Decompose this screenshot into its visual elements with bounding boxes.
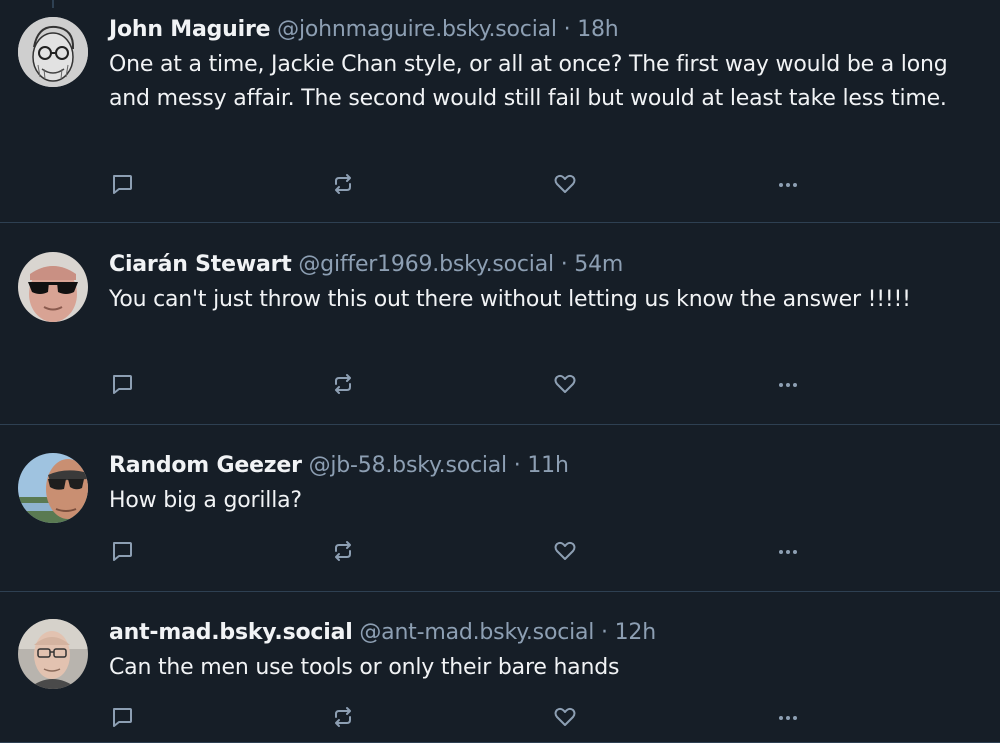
post-actions <box>109 536 809 566</box>
avatar[interactable] <box>18 252 88 322</box>
post-text: You can't just throw this out there with… <box>109 287 911 312</box>
like-icon <box>554 374 576 393</box>
like-icon <box>554 174 576 193</box>
post-actions <box>109 702 809 732</box>
post-text: One at a time, Jackie Chan style, or all… <box>109 52 948 111</box>
post-header: ant-mad.bsky.social @ant-mad.bsky.social… <box>109 618 976 648</box>
reply-icon <box>113 708 132 727</box>
reply-button[interactable] <box>107 169 137 199</box>
more-options-icon <box>779 383 797 387</box>
avatar[interactable] <box>18 619 88 689</box>
more-options-icon <box>779 716 797 720</box>
repost-button[interactable] <box>328 369 358 399</box>
more-options-button[interactable] <box>773 369 803 399</box>
author-name[interactable]: John Maguire <box>109 17 271 42</box>
header-separator: · <box>601 620 608 645</box>
author-name[interactable]: Random Geezer <box>109 453 302 478</box>
like-button[interactable] <box>550 536 580 566</box>
like-icon <box>554 541 576 560</box>
author-handle[interactable]: @ant-mad.bsky.social <box>359 620 594 645</box>
post-header: John Maguire @johnmaguire.bsky.social · … <box>109 15 976 45</box>
reply-button[interactable] <box>107 369 137 399</box>
post-timestamp[interactable]: 11h <box>527 453 569 478</box>
post-item[interactable]: Ciarán Stewart @giffer1969.bsky.social ·… <box>0 223 1000 425</box>
repost-icon <box>335 374 351 394</box>
post-text: How big a gorilla? <box>109 488 302 513</box>
author-name[interactable]: Ciarán Stewart <box>109 252 292 277</box>
repost-icon <box>335 174 351 194</box>
reply-button[interactable] <box>107 536 137 566</box>
reply-icon <box>113 175 132 194</box>
author-handle[interactable]: @giffer1969.bsky.social <box>298 252 554 277</box>
post-item[interactable]: Random Geezer @jb-58.bsky.social · 11h H… <box>0 425 1000 592</box>
post-item[interactable]: ant-mad.bsky.social @ant-mad.bsky.social… <box>0 592 1000 743</box>
like-icon <box>554 707 576 726</box>
header-separator: · <box>560 252 568 277</box>
post-timestamp[interactable]: 54m <box>574 252 623 277</box>
post-timestamp[interactable]: 18h <box>577 17 619 42</box>
like-button[interactable] <box>550 369 580 399</box>
repost-button[interactable] <box>328 536 358 566</box>
like-button[interactable] <box>550 702 580 732</box>
more-options-icon <box>779 183 797 187</box>
more-options-button[interactable] <box>773 536 803 566</box>
header-separator: · <box>563 17 571 42</box>
more-options-icon <box>779 550 797 554</box>
author-name[interactable]: ant-mad.bsky.social <box>109 620 353 645</box>
repost-icon <box>335 541 351 561</box>
post-text: Can the men use tools or only their bare… <box>109 655 620 680</box>
repost-icon <box>335 707 351 727</box>
post-item[interactable]: John Maguire @johnmaguire.bsky.social · … <box>0 0 1000 223</box>
header-separator: · <box>513 453 521 478</box>
post-header: Random Geezer @jb-58.bsky.social · 11h <box>109 451 976 481</box>
more-options-button[interactable] <box>773 169 803 199</box>
avatar[interactable] <box>18 453 88 523</box>
avatar[interactable] <box>18 17 88 87</box>
repost-button[interactable] <box>328 702 358 732</box>
repost-button[interactable] <box>328 169 358 199</box>
author-handle[interactable]: @jb-58.bsky.social <box>309 453 508 478</box>
post-actions <box>109 369 809 399</box>
post-actions <box>109 169 809 199</box>
reply-icon <box>113 375 132 394</box>
reply-button[interactable] <box>107 702 137 732</box>
like-button[interactable] <box>550 169 580 199</box>
more-options-button[interactable] <box>773 702 803 732</box>
author-handle[interactable]: @johnmaguire.bsky.social <box>277 17 557 42</box>
post-timestamp[interactable]: 12h <box>615 620 657 645</box>
reply-icon <box>113 542 132 561</box>
post-header: Ciarán Stewart @giffer1969.bsky.social ·… <box>109 250 976 280</box>
